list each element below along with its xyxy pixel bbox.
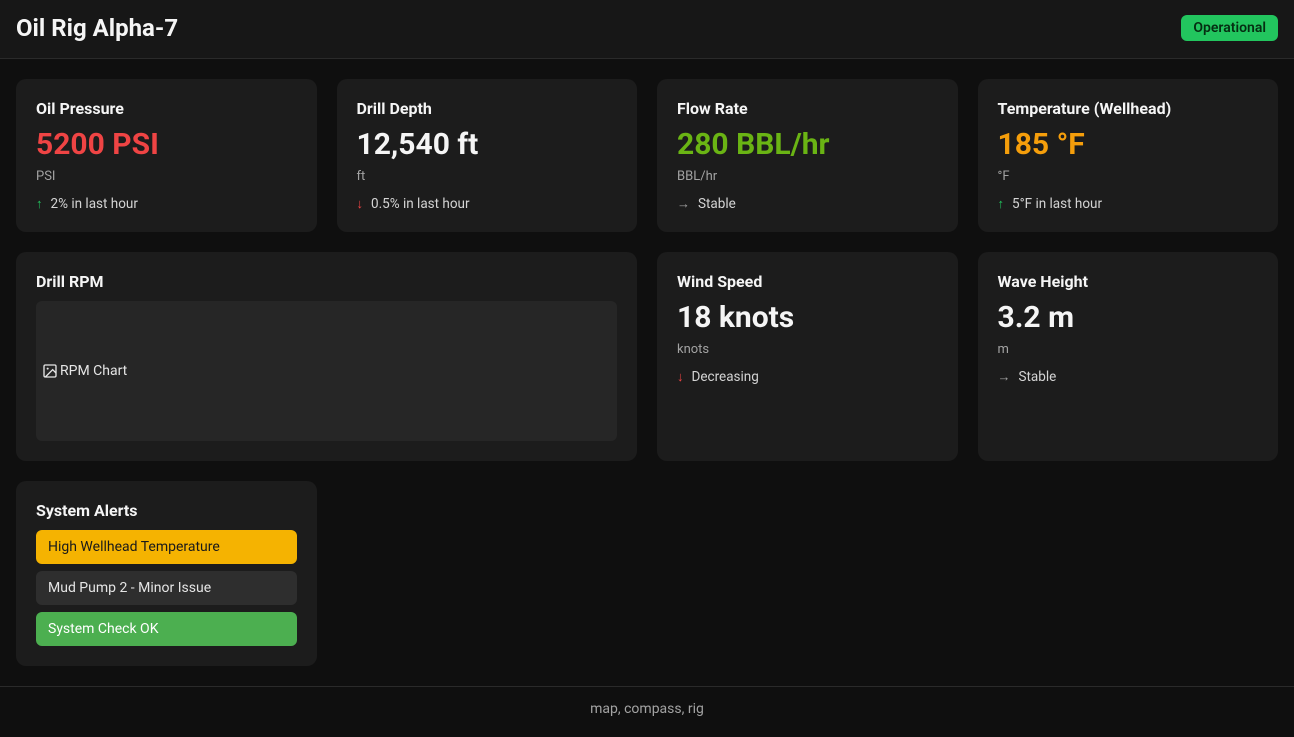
card-title: Drill RPM bbox=[36, 272, 617, 291]
metric-unit: ft bbox=[357, 169, 618, 184]
metric-value: 5200 PSI bbox=[36, 128, 297, 161]
page-header: Oil Rig Alpha-7 Operational bbox=[0, 0, 1294, 59]
alert-item-warning[interactable]: High Wellhead Temperature bbox=[36, 530, 297, 564]
card-title: Oil Pressure bbox=[36, 99, 297, 118]
metric-trend: → Stable bbox=[677, 196, 938, 212]
arrow-up-icon: ↑ bbox=[36, 198, 43, 211]
card-title: Drill Depth bbox=[357, 99, 618, 118]
metric-value: 12,540 ft bbox=[357, 128, 618, 161]
trend-text: 5°F in last hour bbox=[1012, 196, 1102, 212]
card-title: Flow Rate bbox=[677, 99, 938, 118]
arrow-down-icon: ↓ bbox=[357, 198, 364, 211]
broken-image-row: RPM Chart bbox=[42, 363, 127, 379]
trend-text: Decreasing bbox=[692, 369, 759, 385]
rpm-chart-placeholder: RPM Chart bbox=[36, 301, 617, 441]
trend-text: Stable bbox=[1019, 369, 1057, 385]
metric-value: 3.2 m bbox=[998, 301, 1259, 334]
metric-value: 185 °F bbox=[998, 128, 1259, 161]
card-drill-rpm: Drill RPM RPM Chart bbox=[16, 252, 637, 461]
metric-trend: → Stable bbox=[998, 369, 1259, 385]
card-wave-height: Wave Height 3.2 m m → Stable bbox=[978, 252, 1279, 461]
arrow-up-icon: ↑ bbox=[998, 198, 1005, 211]
arrow-down-icon: ↓ bbox=[677, 371, 684, 384]
metric-unit: knots bbox=[677, 342, 938, 357]
metric-unit: BBL/hr bbox=[677, 169, 938, 184]
card-title: Temperature (Wellhead) bbox=[998, 99, 1259, 118]
broken-image-alt: RPM Chart bbox=[60, 363, 127, 379]
card-wind-speed: Wind Speed 18 knots knots ↓ Decreasing bbox=[657, 252, 958, 461]
metric-trend: ↓ 0.5% in last hour bbox=[357, 196, 618, 212]
card-system-alerts: System Alerts High Wellhead Temperature … bbox=[16, 481, 317, 666]
alerts-list: High Wellhead Temperature Mud Pump 2 - M… bbox=[36, 530, 297, 646]
alert-item-success[interactable]: System Check OK bbox=[36, 612, 297, 646]
card-title: System Alerts bbox=[36, 501, 297, 520]
trend-text: Stable bbox=[698, 196, 736, 212]
arrow-right-icon: → bbox=[677, 198, 690, 211]
card-oil-pressure: Oil Pressure 5200 PSI PSI ↑ 2% in last h… bbox=[16, 79, 317, 232]
card-temperature: Temperature (Wellhead) 185 °F °F ↑ 5°F i… bbox=[978, 79, 1279, 232]
metric-value: 280 BBL/hr bbox=[677, 128, 938, 161]
status-badge: Operational bbox=[1181, 15, 1278, 41]
arrow-right-icon: → bbox=[998, 371, 1011, 384]
metric-trend: ↑ 5°F in last hour bbox=[998, 196, 1259, 212]
metric-trend: ↑ 2% in last hour bbox=[36, 196, 297, 212]
card-title: Wind Speed bbox=[677, 272, 938, 291]
alert-item-info[interactable]: Mud Pump 2 - Minor Issue bbox=[36, 571, 297, 605]
page-footer: map, compass, rig bbox=[0, 686, 1294, 733]
card-title: Wave Height bbox=[998, 272, 1259, 291]
metric-unit: m bbox=[998, 342, 1259, 357]
dashboard-grid: Oil Pressure 5200 PSI PSI ↑ 2% in last h… bbox=[0, 59, 1294, 686]
metric-value: 18 knots bbox=[677, 301, 938, 334]
metric-unit: °F bbox=[998, 169, 1259, 184]
card-drill-depth: Drill Depth 12,540 ft ft ↓ 0.5% in last … bbox=[337, 79, 638, 232]
trend-text: 0.5% in last hour bbox=[371, 196, 470, 212]
metric-trend: ↓ Decreasing bbox=[677, 369, 938, 385]
footer-text: map, compass, rig bbox=[590, 701, 704, 717]
broken-image-icon bbox=[42, 363, 58, 379]
page-title: Oil Rig Alpha-7 bbox=[16, 14, 178, 42]
trend-text: 2% in last hour bbox=[51, 196, 138, 212]
card-flow-rate: Flow Rate 280 BBL/hr BBL/hr → Stable bbox=[657, 79, 958, 232]
metric-unit: PSI bbox=[36, 169, 297, 184]
